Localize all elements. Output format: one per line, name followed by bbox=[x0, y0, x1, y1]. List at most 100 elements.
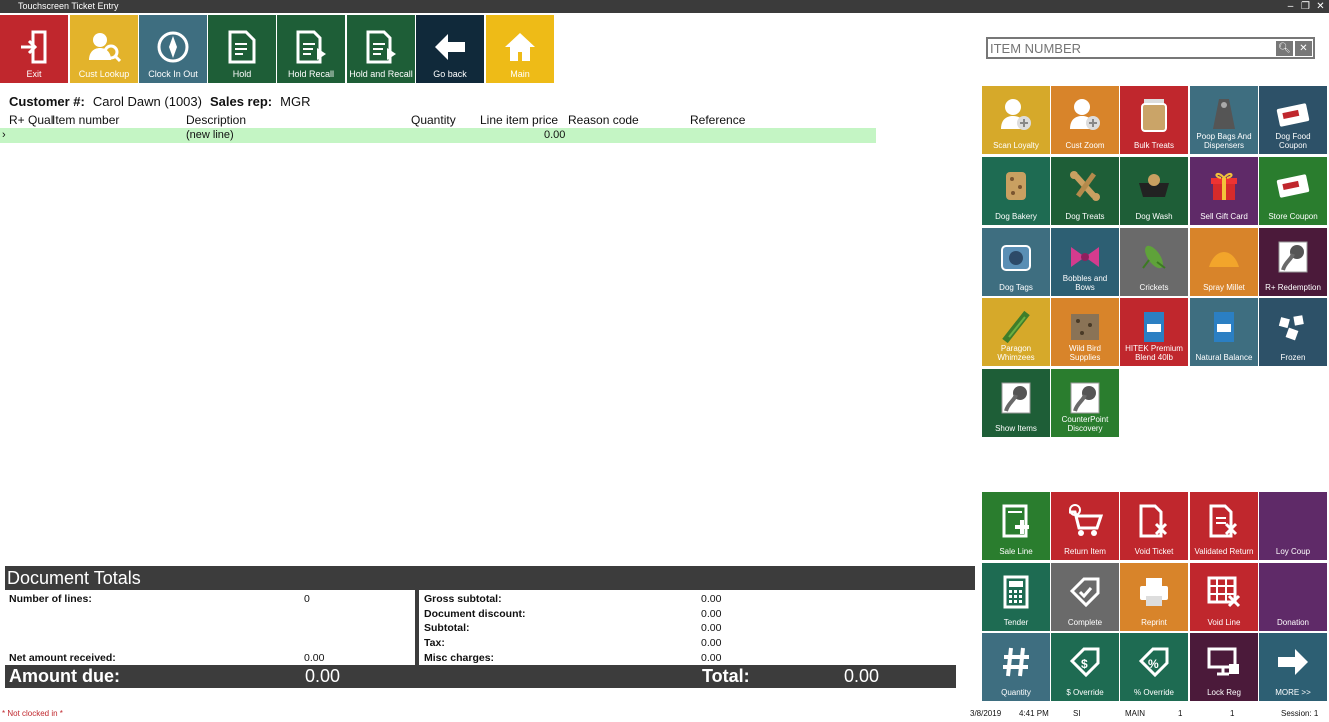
category-tile[interactable]: Dog Wash bbox=[1120, 157, 1188, 225]
sales-rep-value[interactable]: MGR bbox=[280, 94, 310, 109]
action-label: Reprint bbox=[1141, 618, 1167, 627]
action-button[interactable]: Loy Coup bbox=[1259, 492, 1327, 560]
category-tile[interactable]: Wild Bird Supplies bbox=[1051, 298, 1119, 366]
close-icon[interactable]: ✕ bbox=[1316, 0, 1325, 13]
action-button[interactable]: Donation bbox=[1259, 563, 1327, 631]
action-button[interactable]: Quantity bbox=[982, 633, 1050, 701]
toolbar-button-label: Clock In Out bbox=[148, 69, 198, 79]
tile-label: Show Items bbox=[995, 424, 1037, 433]
action-label: Sale Line bbox=[999, 547, 1033, 556]
category-tile[interactable]: Sell Gift Card bbox=[1190, 157, 1258, 225]
table-row[interactable]: › (new line) 0.00 bbox=[0, 128, 876, 143]
photo-placeholder-icon bbox=[1051, 379, 1119, 417]
category-tile[interactable]: Dog Food Coupon bbox=[1259, 86, 1327, 154]
hold-button[interactable]: Hold bbox=[208, 15, 276, 83]
tub-icon bbox=[1120, 167, 1188, 205]
col-reason-code[interactable]: Reason code bbox=[568, 113, 639, 127]
col-reference[interactable]: Reference bbox=[690, 113, 745, 127]
gift-icon bbox=[1190, 167, 1258, 205]
category-tile[interactable]: Dog Treats bbox=[1051, 157, 1119, 225]
photo-placeholder-icon bbox=[1259, 238, 1327, 276]
action-button[interactable]: $ $ Override bbox=[1051, 633, 1119, 701]
action-button[interactable]: Validated Return bbox=[1190, 492, 1258, 560]
tile-label: CounterPoint Discovery bbox=[1061, 415, 1109, 433]
amount-due-bar: Amount due: 0.00 bbox=[5, 665, 415, 688]
monitor-lock-icon bbox=[1190, 643, 1258, 681]
toolbar-button-label: Main bbox=[510, 69, 530, 79]
action-button[interactable]: Complete bbox=[1051, 563, 1119, 631]
compass-icon bbox=[139, 29, 207, 65]
amount-due-value: 0.00 bbox=[305, 666, 341, 686]
col-description[interactable]: Description bbox=[186, 113, 246, 127]
action-button[interactable]: Tender bbox=[982, 563, 1050, 631]
gross-subtotal-label: Gross subtotal: bbox=[424, 593, 502, 605]
row-description[interactable]: (new line) bbox=[186, 129, 234, 141]
action-button[interactable]: Void Line bbox=[1190, 563, 1258, 631]
search-icon[interactable]: 🔍︎ bbox=[1276, 41, 1293, 56]
category-tile[interactable]: Spray Millet bbox=[1190, 228, 1258, 296]
category-tile[interactable]: Poop Bags And Dispensers bbox=[1190, 86, 1258, 154]
restore-icon[interactable]: ❐ bbox=[1301, 0, 1310, 13]
svg-text:$: $ bbox=[1081, 657, 1088, 671]
tile-label: Frozen bbox=[1280, 353, 1306, 362]
category-tile[interactable]: CounterPoint Discovery bbox=[1051, 369, 1119, 437]
action-button[interactable]: Return Item bbox=[1051, 492, 1119, 560]
category-tile[interactable]: Paragon Whimzees bbox=[982, 298, 1050, 366]
category-tile[interactable]: Dog Bakery bbox=[982, 157, 1050, 225]
category-tile[interactable]: Crickets bbox=[1120, 228, 1188, 296]
tile-label: R+ Redemption bbox=[1265, 283, 1321, 292]
category-tile[interactable]: Natural Balance bbox=[1190, 298, 1258, 366]
food-bag-icon bbox=[1190, 308, 1258, 346]
status-session: Session: 1 bbox=[1281, 709, 1319, 718]
category-tile[interactable]: HITEK Premium Blend 40lb bbox=[1120, 298, 1188, 366]
category-tile[interactable]: Bulk Treats bbox=[1120, 86, 1188, 154]
col-quantity[interactable]: Quantity bbox=[411, 113, 456, 127]
document-recall-icon bbox=[277, 29, 345, 65]
action-label: $ Override bbox=[1066, 688, 1104, 697]
col-item-number[interactable]: Item number bbox=[52, 113, 119, 127]
gross-subtotal-value: 0.00 bbox=[701, 593, 722, 605]
action-button[interactable]: MORE >> bbox=[1259, 633, 1327, 701]
category-tile[interactable]: Show Items bbox=[982, 369, 1050, 437]
category-tile[interactable]: Bobbles and Bows bbox=[1051, 228, 1119, 296]
row-price[interactable]: 0.00 bbox=[544, 129, 565, 141]
exit-button[interactable]: Exit bbox=[0, 15, 68, 83]
hold-recall-button[interactable]: Hold Recall bbox=[277, 15, 345, 83]
col-line-item-price[interactable]: Line item price bbox=[480, 113, 558, 127]
category-tile[interactable]: Store Coupon bbox=[1259, 157, 1327, 225]
col-rqual[interactable]: R+ Qual bbox=[9, 113, 53, 127]
item-number-input[interactable] bbox=[990, 40, 1270, 56]
tile-label: Cust Zoom bbox=[1065, 141, 1105, 150]
bag-dispenser-icon bbox=[1190, 96, 1258, 134]
customer-value[interactable]: Carol Dawn (1003) bbox=[93, 94, 202, 109]
user-add-icon bbox=[982, 96, 1050, 134]
action-button[interactable]: Reprint bbox=[1120, 563, 1188, 631]
action-label: Void Ticket bbox=[1134, 547, 1174, 556]
row-marker-icon: › bbox=[2, 129, 6, 141]
go-back-button[interactable]: Go back bbox=[416, 15, 484, 83]
action-button[interactable]: Lock Reg bbox=[1190, 633, 1258, 701]
net-received-label: Net amount received: bbox=[9, 652, 116, 664]
clear-icon[interactable]: ✕ bbox=[1295, 41, 1312, 56]
total-label: Total: bbox=[702, 666, 750, 686]
category-tile[interactable]: Dog Tags bbox=[982, 228, 1050, 296]
bow-icon bbox=[1051, 238, 1119, 276]
category-tile[interactable]: Cust Zoom bbox=[1051, 86, 1119, 154]
main-button[interactable]: Main bbox=[486, 15, 554, 83]
cricket-icon bbox=[1120, 238, 1188, 276]
category-tile[interactable]: R+ Redemption bbox=[1259, 228, 1327, 296]
tile-label: Paragon Whimzees bbox=[997, 344, 1035, 362]
action-button[interactable]: % % Override bbox=[1120, 633, 1188, 701]
tile-label: Dog Bakery bbox=[995, 212, 1037, 221]
coupon-icon bbox=[1259, 167, 1327, 205]
minimize-icon[interactable]: – bbox=[1286, 0, 1295, 13]
hold-and-recall-button[interactable]: Hold and Recall bbox=[347, 15, 415, 83]
action-button[interactable]: Void Ticket bbox=[1120, 492, 1188, 560]
cust-lookup-button[interactable]: Cust Lookup bbox=[70, 15, 138, 83]
home-icon bbox=[486, 29, 554, 65]
action-button[interactable]: Sale Line bbox=[982, 492, 1050, 560]
clock-in-out-button[interactable]: Clock In Out bbox=[139, 15, 207, 83]
category-tile[interactable]: Frozen bbox=[1259, 298, 1327, 366]
arrow-right-icon bbox=[1259, 643, 1327, 681]
category-tile[interactable]: Scan Loyalty bbox=[982, 86, 1050, 154]
